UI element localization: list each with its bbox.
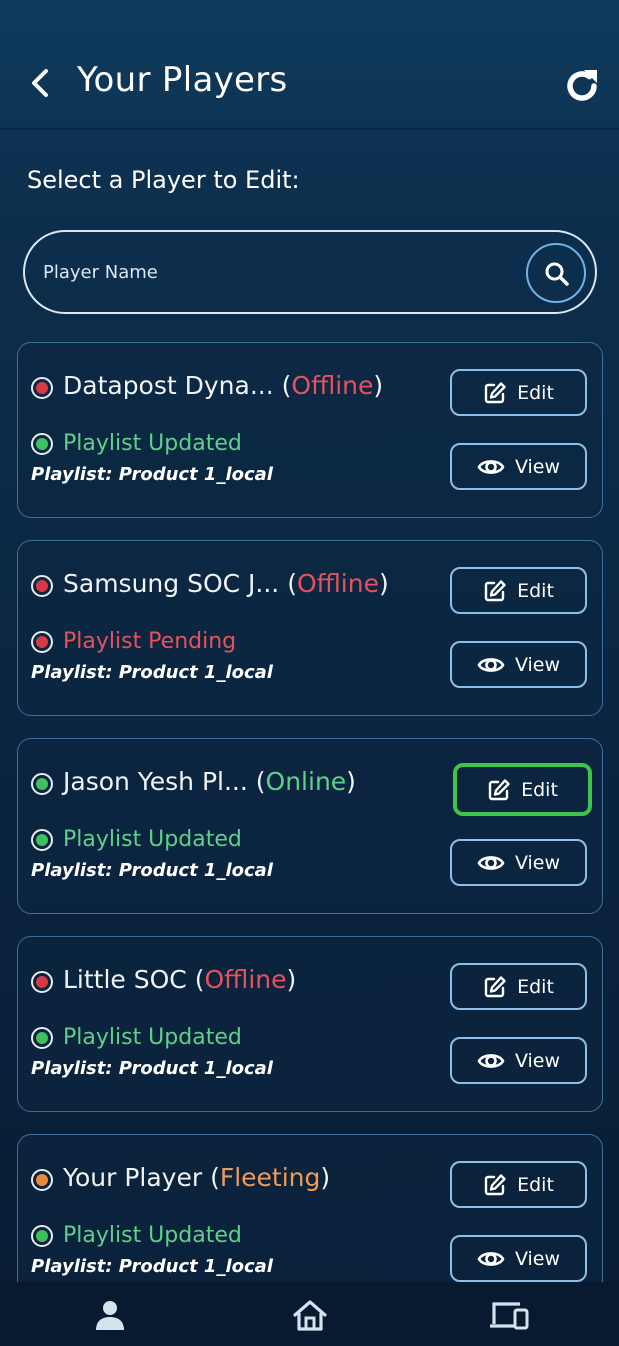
eye-icon	[477, 855, 505, 870]
bottom-navigation	[0, 1282, 619, 1346]
player-name-text: Datapost Dyna...	[63, 371, 274, 400]
playlist-name: Playlist: Product 1_local	[31, 1256, 273, 1277]
player-card: Samsung SOC J... (Offline) Playlist Pendi…	[17, 540, 603, 716]
eye-icon	[477, 459, 505, 474]
player-card: Your Player (Fleeting) Playlist Updated Pl…	[17, 1134, 603, 1282]
player-connection-status: Offline	[296, 569, 379, 598]
edit-icon	[484, 579, 506, 601]
playlist-status: Playlist Updated	[63, 1223, 242, 1248]
player-connection-status: Fleeting	[219, 1163, 321, 1192]
player-name-text: Samsung SOC J...	[63, 569, 280, 598]
eye-icon	[477, 1251, 505, 1266]
player-status-dot	[31, 971, 53, 993]
edit-button[interactable]: Edit	[453, 763, 592, 816]
view-button-label: View	[514, 1247, 561, 1270]
playlist-name: Playlist: Product 1_local	[31, 1058, 273, 1079]
player-status-dot	[31, 1169, 53, 1191]
player-name: Little SOC (Offline)	[63, 965, 297, 994]
view-button[interactable]: View	[450, 839, 587, 886]
edit-button[interactable]: Edit	[450, 963, 587, 1010]
playlist-status: Playlist Updated	[63, 827, 242, 852]
player-name-text: Your Player	[63, 1163, 203, 1192]
player-name-text: Little SOC	[63, 965, 187, 994]
player-name: Samsung SOC J... (Offline)	[63, 569, 389, 598]
playlist-status-dot	[31, 631, 53, 653]
view-button[interactable]: View	[450, 443, 587, 490]
player-connection-status: Online	[265, 767, 347, 796]
view-button[interactable]: View	[450, 1037, 587, 1084]
playlist-status: Playlist Updated	[63, 1025, 242, 1050]
playlist-status-dot	[31, 829, 53, 851]
playlist-name: Playlist: Product 1_local	[31, 464, 273, 485]
view-button[interactable]: View	[450, 1235, 587, 1282]
view-button[interactable]: View	[450, 641, 587, 688]
edit-icon	[488, 778, 510, 800]
playlist-status-dot	[31, 1027, 53, 1049]
profile-icon	[96, 1301, 124, 1330]
player-status-dot	[31, 377, 53, 399]
edit-button-label: Edit	[517, 579, 554, 602]
playlist-name: Playlist: Product 1_local	[31, 860, 273, 881]
edit-button-label: Edit	[517, 381, 554, 404]
devices-icon	[490, 1302, 529, 1330]
player-name: Datapost Dyna... (Offline)	[63, 371, 384, 400]
eye-icon	[477, 1053, 505, 1068]
view-button-label: View	[514, 1049, 561, 1072]
edit-button-label: Edit	[517, 975, 554, 998]
view-button-label: View	[514, 455, 561, 478]
nav-home[interactable]	[290, 1298, 330, 1332]
view-button-label: View	[514, 653, 561, 676]
edit-button[interactable]: Edit	[450, 369, 587, 416]
player-status-dot	[31, 575, 53, 597]
player-name: Jason Yesh Pl... (Online)	[63, 767, 356, 796]
edit-icon	[484, 381, 506, 403]
playlist-status: Playlist Pending	[63, 629, 237, 654]
nav-devices[interactable]	[490, 1298, 530, 1332]
player-card: Datapost Dyna... (Offline) Playlist Updat…	[17, 342, 603, 518]
playlist-status-dot	[31, 433, 53, 455]
home-icon	[293, 1300, 327, 1331]
edit-icon	[484, 975, 506, 997]
player-status-dot	[31, 773, 53, 795]
edit-button[interactable]: Edit	[450, 1161, 587, 1208]
edit-button-label: Edit	[517, 1173, 554, 1196]
player-card: Little SOC (Offline) Playlist Updated Play…	[17, 936, 603, 1112]
eye-icon	[477, 657, 505, 672]
view-button-label: View	[514, 851, 561, 874]
player-list: Datapost Dyna... (Offline) Playlist Updat…	[0, 0, 619, 1282]
player-connection-status: Offline	[204, 965, 287, 994]
edit-button[interactable]: Edit	[450, 567, 587, 614]
player-card: Jason Yesh Pl... (Online) Playlist Update…	[17, 738, 603, 914]
nav-profile[interactable]	[90, 1298, 130, 1332]
player-connection-status: Offline	[291, 371, 374, 400]
player-name-text: Jason Yesh Pl...	[63, 767, 248, 796]
edit-button-label: Edit	[521, 778, 558, 801]
playlist-status: Playlist Updated	[63, 431, 242, 456]
playlist-status-dot	[31, 1225, 53, 1247]
playlist-name: Playlist: Product 1_local	[31, 662, 273, 683]
player-name: Your Player (Fleeting)	[63, 1163, 331, 1192]
edit-icon	[484, 1173, 506, 1195]
